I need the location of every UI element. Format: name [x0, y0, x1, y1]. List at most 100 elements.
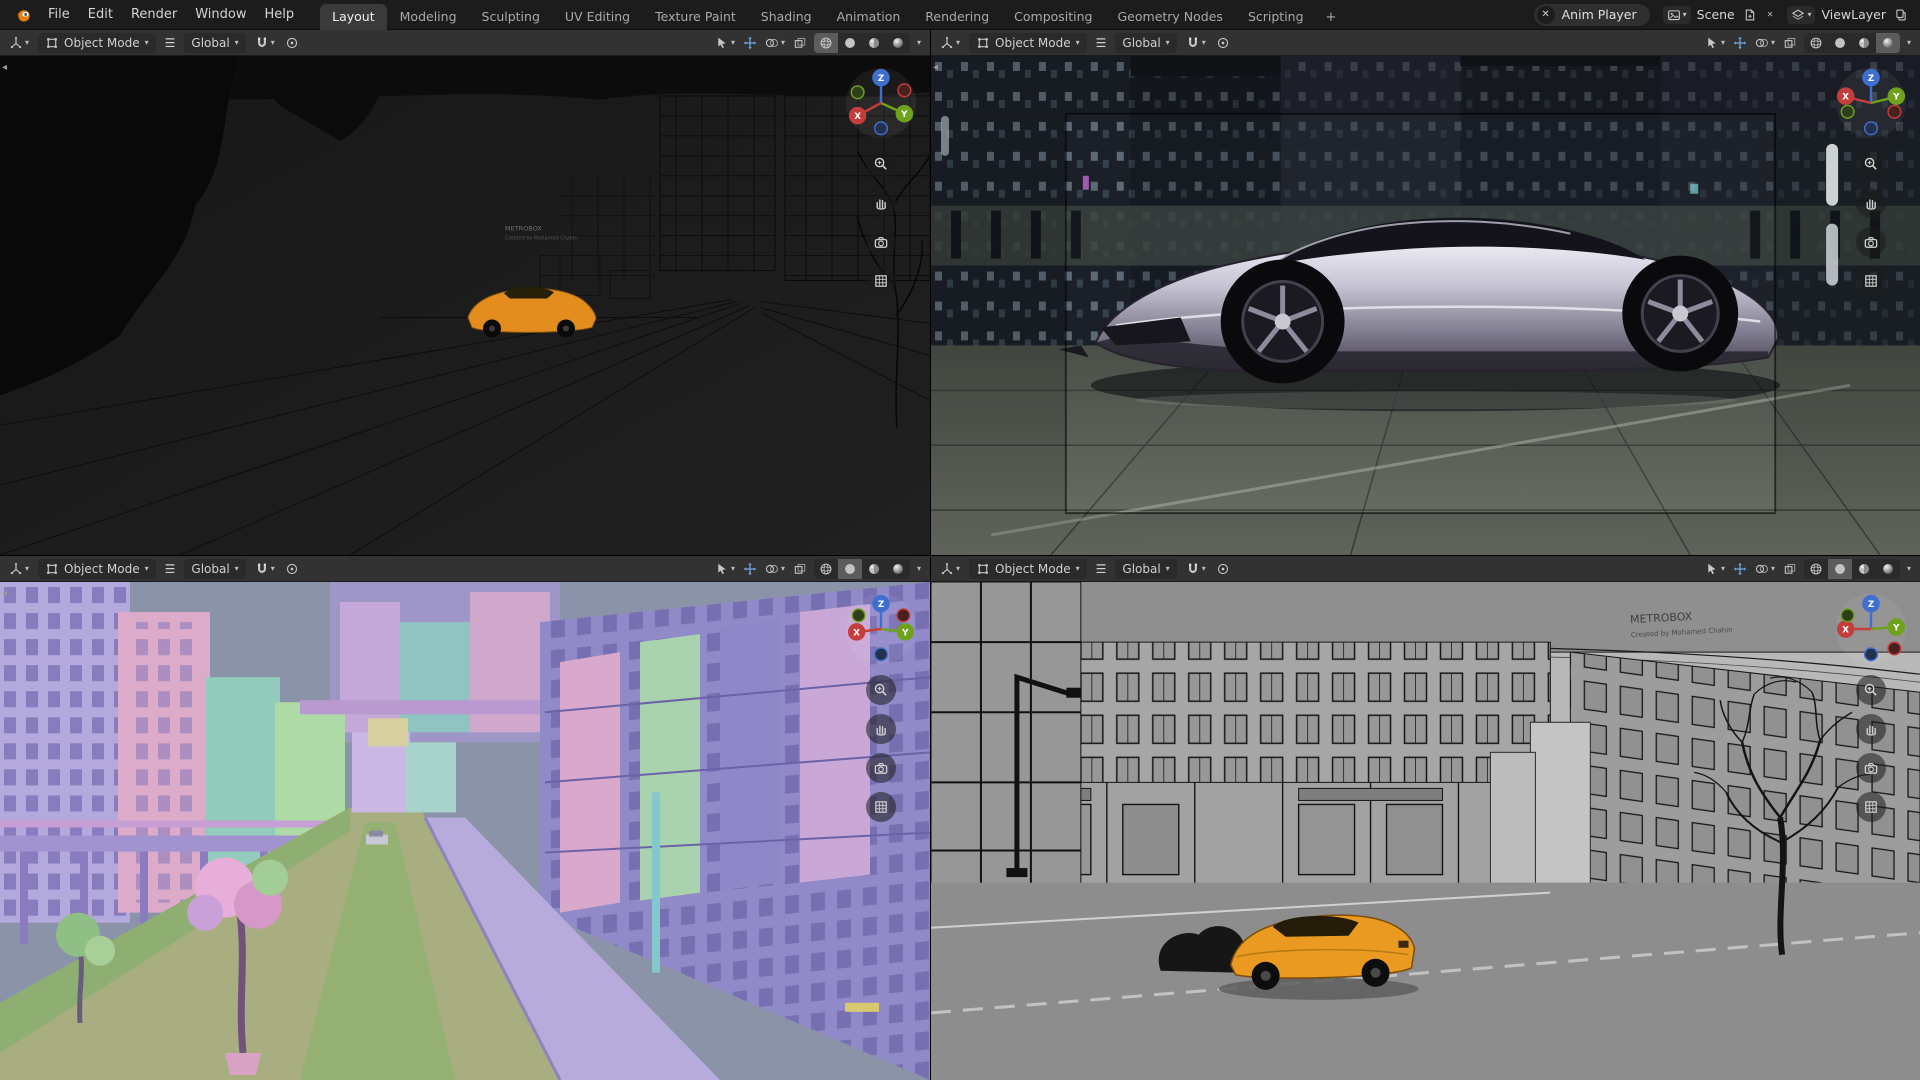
- gizmo-x-label[interactable]: X: [854, 112, 861, 122]
- viewport-canvas-solid-grey[interactable]: METROBOX Created by Mohamed Chahin: [931, 582, 1920, 1080]
- gizmo-y-label[interactable]: Y: [1892, 93, 1900, 103]
- shading-wireframe-button[interactable]: [1804, 559, 1828, 579]
- orthographic-toggle-button[interactable]: [866, 266, 896, 296]
- zoom-tool-button[interactable]: [866, 149, 896, 179]
- pan-tool-button[interactable]: [866, 714, 896, 744]
- show-gizmo-toggle[interactable]: [742, 561, 758, 577]
- viewport-splitter-horizontal[interactable]: [0, 553, 1920, 558]
- snap-toggle[interactable]: ▾: [254, 561, 276, 577]
- shading-solid-button[interactable]: [838, 33, 862, 53]
- tab-modeling[interactable]: Modeling: [388, 4, 469, 30]
- menu-file[interactable]: File: [40, 4, 78, 25]
- menu-edit[interactable]: Edit: [80, 4, 121, 25]
- scene-name[interactable]: Scene: [1697, 7, 1735, 22]
- menus-toggle[interactable]: ☰: [164, 35, 177, 51]
- copy-viewlayer-button[interactable]: [1892, 6, 1910, 24]
- anim-player-indicator[interactable]: ✕ Anim Player: [1533, 3, 1651, 27]
- tab-uv-editing[interactable]: UV Editing: [553, 4, 642, 30]
- snap-toggle[interactable]: ▾: [1185, 561, 1207, 577]
- orthographic-toggle-button[interactable]: [1856, 266, 1886, 296]
- gizmo-y-label[interactable]: Y: [900, 110, 908, 120]
- menu-render[interactable]: Render: [123, 4, 185, 25]
- gizmo-y-label[interactable]: Y: [1892, 623, 1900, 633]
- toolbar-collapse-arrow[interactable]: ◂: [933, 588, 938, 599]
- camera-view-button[interactable]: [1856, 753, 1886, 783]
- blender-logo-icon[interactable]: [10, 7, 38, 23]
- shading-material-button[interactable]: [1852, 33, 1876, 53]
- navigation-gizmo[interactable]: Z Y X: [844, 66, 918, 140]
- mode-dropdown[interactable]: Object Mode ▾: [969, 559, 1087, 579]
- gizmo-z-label[interactable]: Z: [878, 600, 884, 610]
- tab-rendering[interactable]: Rendering: [913, 4, 1001, 30]
- shading-rendered-button[interactable]: [886, 33, 910, 53]
- shading-solid-button[interactable]: [1828, 559, 1852, 579]
- show-overlays-toggle[interactable]: ▾: [764, 35, 786, 51]
- snap-toggle[interactable]: ▾: [1185, 35, 1207, 51]
- proportional-editing-toggle[interactable]: [1215, 561, 1231, 577]
- tab-scripting[interactable]: Scripting: [1236, 4, 1316, 30]
- gizmo-z-label[interactable]: Z: [1868, 600, 1874, 610]
- toolbar-collapse-arrow[interactable]: ◂: [2, 62, 7, 73]
- visibility-dropdown[interactable]: ▾: [1704, 35, 1726, 51]
- toolbar-collapse-arrow[interactable]: ◂: [2, 588, 7, 599]
- pan-tool-button[interactable]: [866, 188, 896, 218]
- mode-dropdown[interactable]: Object Mode ▾: [38, 559, 156, 579]
- visibility-dropdown[interactable]: ▾: [714, 561, 736, 577]
- shading-wireframe-button[interactable]: [1804, 33, 1828, 53]
- shading-rendered-button[interactable]: [1876, 559, 1900, 579]
- orientation-dropdown[interactable]: Global ▾: [184, 33, 245, 53]
- viewlayer-name[interactable]: ViewLayer: [1821, 7, 1886, 22]
- editor-type-button[interactable]: ▾: [8, 35, 30, 51]
- gizmo-y-label[interactable]: Y: [901, 628, 909, 638]
- gizmo-x-label[interactable]: X: [1842, 625, 1849, 635]
- viewport-canvas-random-color[interactable]: [0, 582, 930, 1080]
- xray-toggle[interactable]: [1782, 35, 1798, 51]
- shading-material-button[interactable]: [862, 33, 886, 53]
- gizmo-z-label[interactable]: Z: [878, 74, 884, 84]
- editor-type-button[interactable]: ▾: [8, 561, 30, 577]
- orthographic-toggle-button[interactable]: [1856, 792, 1886, 822]
- add-workspace-button[interactable]: +: [1317, 5, 1346, 30]
- shading-dropdown[interactable]: ▾: [916, 38, 922, 48]
- menu-help[interactable]: Help: [257, 4, 303, 25]
- proportional-editing-toggle[interactable]: [284, 35, 300, 51]
- orthographic-toggle-button[interactable]: [866, 792, 896, 822]
- camera-view-button[interactable]: [866, 753, 896, 783]
- shading-solid-button[interactable]: [838, 559, 862, 579]
- shading-wireframe-button[interactable]: [814, 559, 838, 579]
- menus-toggle[interactable]: ☰: [1095, 561, 1108, 577]
- navigation-gizmo[interactable]: Z Y X: [1834, 66, 1908, 140]
- tab-sculpting[interactable]: Sculpting: [470, 4, 552, 30]
- shading-wireframe-button[interactable]: [814, 33, 838, 53]
- mode-dropdown[interactable]: Object Mode ▾: [969, 33, 1087, 53]
- show-gizmo-toggle[interactable]: [1732, 561, 1748, 577]
- navigation-gizmo[interactable]: Z Y X: [844, 592, 918, 666]
- visibility-dropdown[interactable]: ▾: [714, 35, 736, 51]
- tab-texture-paint[interactable]: Texture Paint: [643, 4, 748, 30]
- show-overlays-toggle[interactable]: ▾: [764, 561, 786, 577]
- zoom-tool-button[interactable]: [866, 675, 896, 705]
- show-overlays-toggle[interactable]: ▾: [1754, 35, 1776, 51]
- toolbar-collapse-arrow[interactable]: ◂: [933, 62, 938, 73]
- shading-solid-button[interactable]: [1828, 33, 1852, 53]
- show-overlays-toggle[interactable]: ▾: [1754, 561, 1776, 577]
- new-scene-button[interactable]: [1741, 6, 1759, 24]
- editor-type-button[interactable]: ▾: [939, 35, 961, 51]
- shading-rendered-button[interactable]: [886, 559, 910, 579]
- shading-dropdown[interactable]: ▾: [1906, 564, 1912, 574]
- show-gizmo-toggle[interactable]: [1732, 35, 1748, 51]
- show-gizmo-toggle[interactable]: [742, 35, 758, 51]
- navigation-gizmo[interactable]: Z Y X: [1834, 592, 1908, 666]
- xray-toggle[interactable]: [1782, 561, 1798, 577]
- menus-toggle[interactable]: ☰: [164, 561, 177, 577]
- shading-rendered-button[interactable]: [1876, 33, 1900, 53]
- xray-toggle[interactable]: [792, 35, 808, 51]
- tab-geometry-nodes[interactable]: Geometry Nodes: [1106, 4, 1235, 30]
- shading-dropdown[interactable]: ▾: [916, 564, 922, 574]
- orientation-dropdown[interactable]: Global ▾: [184, 559, 245, 579]
- browse-scene-button[interactable]: ▾: [1663, 6, 1691, 24]
- tab-layout[interactable]: Layout: [320, 4, 387, 30]
- viewport-canvas-rendered[interactable]: [931, 56, 1920, 555]
- gizmo-z-label[interactable]: Z: [1868, 74, 1874, 84]
- browse-viewlayer-button[interactable]: ▾: [1787, 6, 1815, 24]
